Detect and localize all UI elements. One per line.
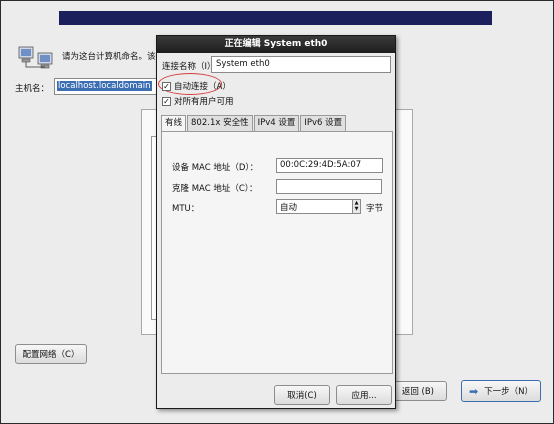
hostname-prompt: 请为这台计算机命名。该 <box>62 52 156 62</box>
tab-wired[interactable]: 有线 <box>161 115 187 132</box>
checkmark-icon: ✓ <box>162 96 171 106</box>
next-button-label: 下一步（N） <box>484 387 534 397</box>
dialog-title: 正在编辑 System eth0 <box>157 36 395 53</box>
hostname-label: 主机名： <box>15 84 50 94</box>
mtu-input[interactable]: 自动 <box>276 199 360 214</box>
mtu-spinner[interactable]: ▲ ▼ <box>352 199 361 214</box>
apply-button[interactable]: 应用... <box>336 385 392 405</box>
checkmark-icon: ✓ <box>162 81 171 91</box>
configure-network-button[interactable]: 配置网络（C） <box>15 344 87 364</box>
cloned-mac-input[interactable] <box>276 179 382 194</box>
hostname-input[interactable]: localhost.localdomain <box>54 78 164 95</box>
cloned-mac-label: 克隆 MAC 地址（C）： <box>172 184 258 194</box>
edit-connection-dialog: 正在编辑 System eth0 连接名称（I） System eth0 ✓ 自… <box>156 35 396 409</box>
arrow-right-icon: ➡ <box>468 384 479 398</box>
all-users-checkbox[interactable]: ✓ 对所有用户可用 <box>162 95 234 107</box>
settings-tabs: 有线 802.1x 安全性 IPv4 设置 IPv6 设置 <box>161 115 347 132</box>
mtu-unit-label: 字节 <box>366 204 384 214</box>
installer-banner <box>59 11 492 25</box>
mtu-label: MTU： <box>172 204 200 214</box>
device-mac-label: 设备 MAC 地址（D）： <box>172 163 259 173</box>
tab-ipv4-settings[interactable]: IPv4 设置 <box>253 115 300 131</box>
connection-name-input[interactable]: System eth0 <box>211 56 391 73</box>
connection-name-label: 连接名称（I） <box>162 62 216 72</box>
device-mac-input[interactable]: 00:0C:29:4D:5A:07 <box>276 158 383 173</box>
wired-tab-panel: 设备 MAC 地址（D）： 00:0C:29:4D:5A:07 克隆 MAC 地… <box>161 131 393 374</box>
network-computers-icon <box>18 46 53 69</box>
auto-connect-checkbox[interactable]: ✓ 自动连接（A） <box>162 80 231 92</box>
auto-connect-label: 自动连接（A） <box>174 82 231 92</box>
tab-8021x-security[interactable]: 802.1x 安全性 <box>187 115 253 131</box>
cancel-button[interactable]: 取消(C) <box>274 385 330 405</box>
hostname-value: localhost.localdomain <box>57 81 152 91</box>
next-button[interactable]: ➡ 下一步（N） <box>461 380 541 402</box>
tab-ipv6-settings[interactable]: IPv6 设置 <box>300 115 347 131</box>
all-users-label: 对所有用户可用 <box>174 97 234 107</box>
